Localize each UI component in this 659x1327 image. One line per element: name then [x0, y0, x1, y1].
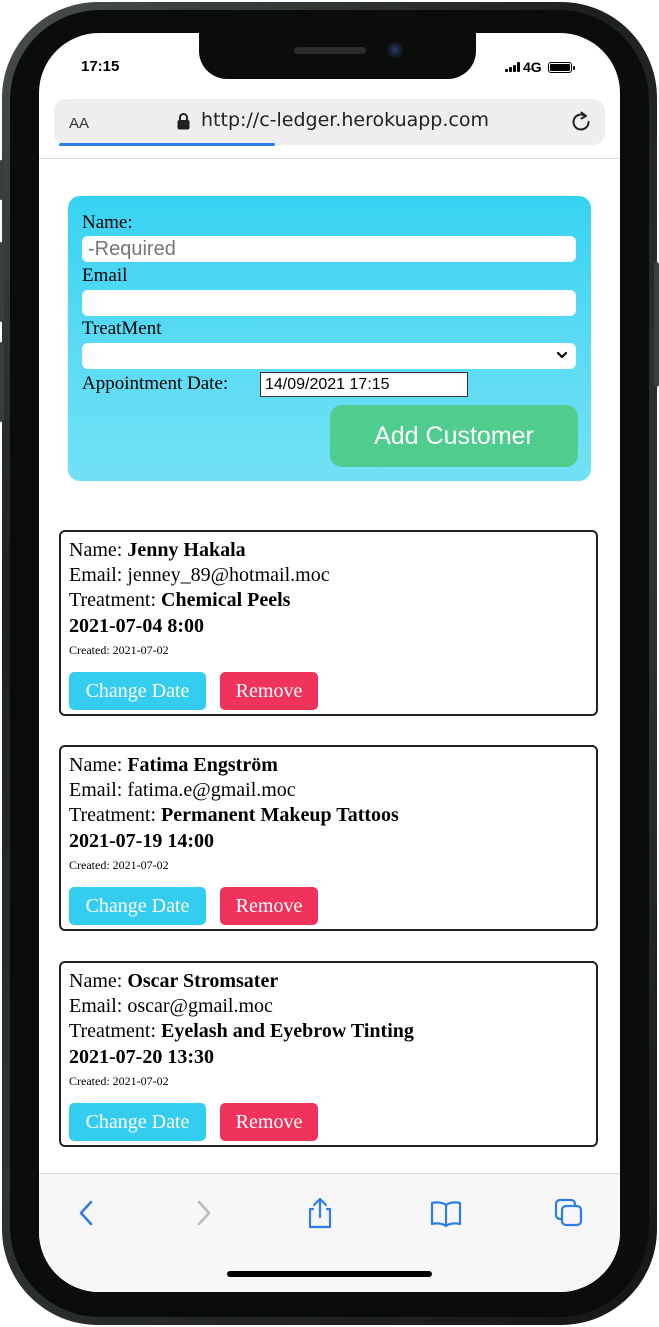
battery-icon: [547, 61, 575, 73]
network-type: 4G: [523, 59, 542, 75]
customer-card: Name: Fatima Engström Email: fatima.e@gm…: [59, 745, 598, 931]
phone-screen: 17:15 4G AA http://c-ledger.herokuapp.co…: [39, 33, 620, 1292]
treatment-prefix: Treatment:: [69, 1020, 162, 1042]
home-indicator: [227, 1271, 432, 1277]
customer-treatment: Eyelash and Eyebrow Tinting: [161, 1020, 414, 1042]
change-date-button[interactable]: Change Date: [69, 887, 206, 925]
reload-icon[interactable]: [569, 110, 593, 134]
treatment-label: TreatMent: [82, 318, 162, 339]
created-date: Created: 2021-07-02: [69, 1074, 169, 1088]
customer-email: fatima.e@gmail.moc: [127, 779, 296, 801]
lock-icon: [177, 113, 190, 130]
name-label: Name:: [82, 212, 133, 233]
treatment-select[interactable]: [82, 343, 576, 369]
remove-button[interactable]: Remove: [220, 672, 318, 710]
customer-email: jenney_89@hotmail.moc: [127, 564, 330, 586]
silent-switch: [0, 160, 4, 200]
treatment-prefix: Treatment:: [69, 589, 162, 611]
email-prefix: Email:: [69, 779, 128, 801]
customer-treatment-line: Treatment: Chemical Peels: [69, 589, 290, 612]
customer-name: Oscar Stromsater: [127, 970, 279, 992]
email-label: Email: [82, 265, 128, 286]
treatment-prefix: Treatment:: [69, 804, 162, 826]
share-icon[interactable]: [303, 1196, 337, 1230]
customer-email: oscar@gmail.moc: [127, 995, 273, 1017]
add-customer-button[interactable]: Add Customer: [330, 405, 578, 467]
page-load-progress: [59, 143, 275, 146]
customer-treatment: Chemical Peels: [161, 589, 291, 611]
address-bar[interactable]: AA http://c-ledger.herokuapp.com: [54, 99, 605, 145]
chevron-down-icon: [556, 351, 568, 359]
change-date-button[interactable]: Change Date: [69, 1103, 206, 1141]
name-prefix: Name:: [69, 539, 128, 561]
customer-treatment-line: Treatment: Permanent Makeup Tattoos: [69, 804, 399, 827]
remove-button[interactable]: Remove: [220, 887, 318, 925]
customer-treatment-line: Treatment: Eyelash and Eyebrow Tinting: [69, 1020, 414, 1043]
created-date: Created: 2021-07-02: [69, 858, 169, 872]
appointment-datetime: 2021-07-19 14:00: [69, 830, 214, 852]
appointment-datetime: 2021-07-20 13:30: [69, 1046, 214, 1068]
speaker-grille: [294, 47, 366, 54]
appointment-date-input[interactable]: [260, 372, 468, 397]
customer-name-line: Name: Jenny Hakala: [69, 539, 246, 562]
customer-email-line: Email: fatima.e@gmail.moc: [69, 779, 296, 802]
browser-toolbar: [39, 1173, 620, 1292]
customer-email-line: Email: jenney_89@hotmail.moc: [69, 564, 330, 587]
name-input[interactable]: [82, 236, 576, 262]
url-text[interactable]: http://c-ledger.herokuapp.com: [201, 109, 489, 131]
add-customer-form: Name: Email TreatMent Appointment Date: …: [68, 196, 591, 481]
status-indicators: 4G: [505, 59, 575, 75]
created-date: Created: 2021-07-02: [69, 643, 169, 657]
text-size-label: AA: [69, 115, 90, 132]
date-label: Appointment Date:: [82, 373, 229, 394]
text-size-button[interactable]: AA: [69, 113, 89, 133]
name-prefix: Name:: [69, 970, 128, 992]
front-camera: [387, 42, 403, 58]
volume-up-button: [0, 242, 4, 322]
remove-button[interactable]: Remove: [220, 1103, 318, 1141]
volume-down-button: [0, 342, 4, 422]
customer-card: Name: Jenny Hakala Email: jenney_89@hotm…: [59, 530, 598, 716]
power-button: [654, 262, 659, 387]
change-date-button[interactable]: Change Date: [69, 672, 206, 710]
tabs-icon[interactable]: [552, 1196, 586, 1230]
bookmarks-icon[interactable]: [429, 1196, 463, 1230]
email-prefix: Email:: [69, 564, 128, 586]
signal-icon: [505, 62, 520, 72]
forward-icon[interactable]: [186, 1196, 220, 1230]
status-time: 17:15: [81, 58, 120, 75]
email-input[interactable]: [82, 290, 576, 316]
name-prefix: Name:: [69, 754, 128, 776]
customer-treatment: Permanent Makeup Tattoos: [161, 804, 399, 826]
customer-email-line: Email: oscar@gmail.moc: [69, 995, 273, 1018]
customer-name-line: Name: Fatima Engström: [69, 754, 278, 777]
notch: [199, 33, 476, 79]
customer-name-line: Name: Oscar Stromsater: [69, 970, 278, 993]
divider: [39, 158, 620, 159]
email-prefix: Email:: [69, 995, 128, 1017]
customer-name: Jenny Hakala: [127, 539, 246, 561]
customer-name: Fatima Engström: [127, 754, 278, 776]
appointment-datetime: 2021-07-04 8:00: [69, 615, 204, 637]
customer-card: Name: Oscar Stromsater Email: oscar@gmai…: [59, 961, 598, 1147]
back-icon[interactable]: [70, 1196, 104, 1230]
